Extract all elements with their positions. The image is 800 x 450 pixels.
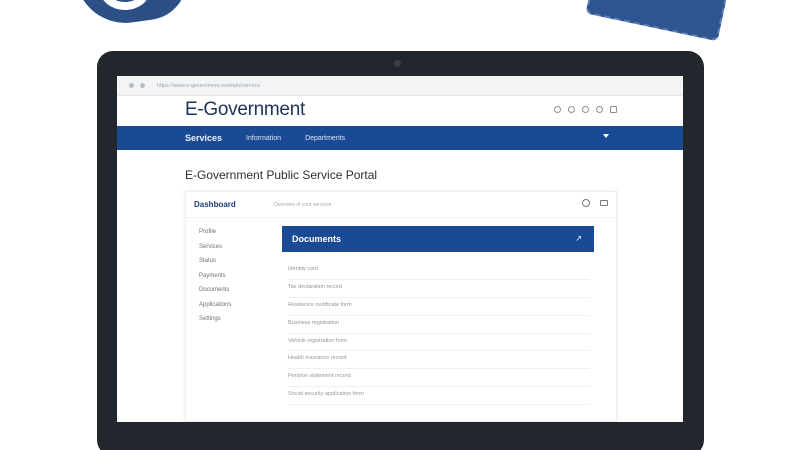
- sidebar-item-payments[interactable]: Payments: [199, 269, 231, 284]
- sidebar-item-profile[interactable]: Profile: [199, 225, 231, 240]
- settings-icon[interactable]: [582, 106, 589, 113]
- page-title: E-Government Public Service Portal: [185, 168, 378, 182]
- sidebar-item-status[interactable]: Status: [199, 254, 231, 269]
- documents-list: Identity card Tax declaration record Res…: [288, 262, 590, 406]
- site-header: E-Government: [117, 96, 683, 126]
- back-icon[interactable]: [129, 83, 134, 88]
- sidebar-item-services[interactable]: Services: [199, 240, 231, 255]
- card-header: Dashboard Overview of your services: [186, 192, 616, 218]
- list-item[interactable]: Social security application form: [288, 387, 590, 406]
- decorative-shape-right: [585, 0, 730, 42]
- address-bar[interactable]: https://www.e-government.example/service: [157, 83, 260, 89]
- documents-panel-header[interactable]: Documents ↗: [282, 226, 594, 252]
- list-item[interactable]: Business registration: [288, 316, 590, 334]
- laptop-frame: https://www.e-government.example/service…: [97, 51, 704, 450]
- user-icon[interactable]: [568, 106, 575, 113]
- refresh-icon[interactable]: [582, 199, 590, 207]
- panel-title: Documents: [292, 234, 342, 244]
- site-title[interactable]: E-Government: [185, 99, 305, 121]
- list-item[interactable]: Vehicle registration form: [288, 334, 590, 352]
- notification-icon[interactable]: [596, 106, 603, 113]
- sidebar-item-applications[interactable]: Applications: [199, 298, 231, 313]
- chevron-down-icon[interactable]: [603, 134, 609, 138]
- dashboard-card: Dashboard Overview of your services Prof…: [185, 191, 617, 422]
- list-item[interactable]: Residence certificate form: [288, 298, 590, 316]
- sidebar-menu: Profile Services Status Payments Documen…: [199, 225, 231, 327]
- folder-icon[interactable]: [600, 200, 608, 206]
- card-icon-group: [582, 199, 608, 207]
- nav-item-information[interactable]: Information: [246, 135, 281, 142]
- forward-icon[interactable]: [140, 83, 145, 88]
- list-item[interactable]: Pension statement record: [288, 369, 590, 388]
- card-title: Dashboard: [194, 200, 236, 209]
- browser-toolbar: https://www.e-government.example/service: [117, 76, 683, 96]
- webcam-icon: [394, 60, 401, 67]
- laptop-screen: https://www.e-government.example/service…: [117, 76, 683, 422]
- sidebar-item-settings[interactable]: Settings: [199, 312, 231, 327]
- expand-arrow-icon[interactable]: ↗: [575, 234, 582, 243]
- main-navigation: Services Information Departments: [117, 126, 683, 150]
- nav-item-departments[interactable]: Departments: [305, 135, 345, 142]
- list-item[interactable]: Tax declaration record: [288, 280, 590, 298]
- card-subtitle: Overview of your services: [274, 202, 332, 208]
- list-item[interactable]: Identity card: [288, 262, 590, 280]
- list-item[interactable]: Health insurance record: [288, 351, 590, 370]
- window-icon[interactable]: [610, 106, 617, 113]
- header-icon-group: [554, 106, 617, 113]
- scene: https://www.e-government.example/service…: [0, 0, 800, 450]
- nav-item-services[interactable]: Services: [185, 133, 222, 143]
- sidebar-item-documents[interactable]: Documents: [199, 283, 231, 298]
- search-icon[interactable]: [554, 106, 561, 113]
